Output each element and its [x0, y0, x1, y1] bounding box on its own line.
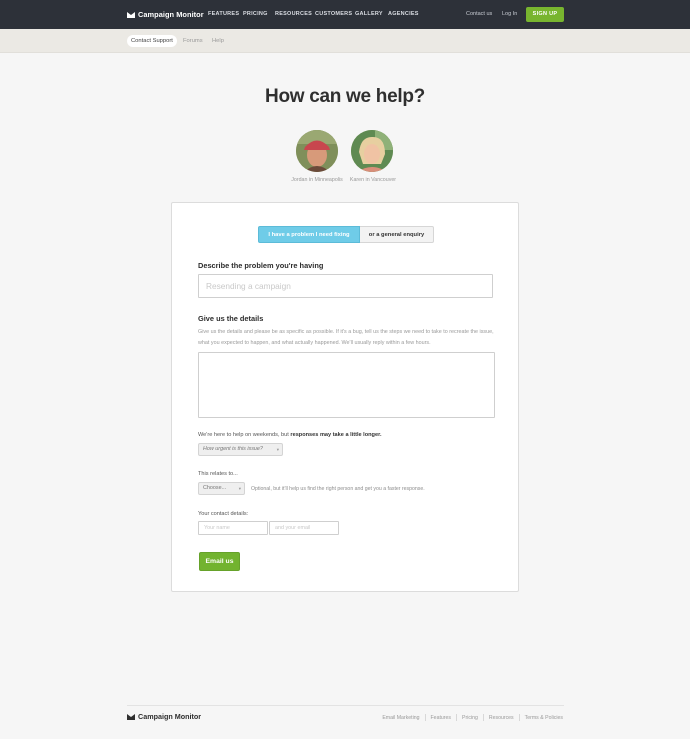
tab-help[interactable]: Help: [212, 35, 224, 47]
avatar-jordan: [296, 130, 338, 172]
support-form-card: I have a problem I need fixing or a gene…: [171, 202, 519, 592]
footer-divider: [127, 705, 564, 706]
nav-features[interactable]: FEATURES: [208, 11, 239, 18]
page-title: How can we help?: [265, 86, 425, 107]
name-input[interactable]: Your name: [198, 521, 268, 535]
chevron-down-icon: ▾: [238, 486, 241, 491]
nav-pricing[interactable]: PRICING: [243, 11, 268, 18]
jordan-photo: [296, 130, 338, 172]
nav-customers[interactable]: CUSTOMERS: [315, 11, 352, 18]
weekend-note: We're here to help on weekends, but resp…: [198, 432, 382, 438]
avatar-karen: [351, 130, 393, 172]
campaign-monitor-logo[interactable]: Campaign Monitor: [127, 9, 204, 20]
footer-link-features[interactable]: Features: [431, 715, 451, 721]
nav-agencies[interactable]: AGENCIES: [388, 11, 419, 18]
relates-label: This relates to...: [198, 471, 238, 477]
email-input[interactable]: and your email: [269, 521, 339, 535]
toggle-problem-button[interactable]: I have a problem I need fixing: [258, 226, 360, 243]
agent-caption-karen: Karen in Vancouver: [349, 177, 397, 183]
nav-gallery[interactable]: GALLERY: [355, 11, 383, 18]
footer-link-pricing[interactable]: Pricing: [462, 715, 478, 721]
footer-separator: [482, 714, 484, 721]
footer-links: Email Marketing Features Pricing Resourc…: [382, 714, 563, 721]
envelope-logo-icon: [127, 11, 135, 18]
email-us-button[interactable]: Email us: [199, 552, 240, 571]
details-textarea[interactable]: [198, 352, 495, 418]
tab-contact-support[interactable]: Contact Support: [127, 35, 177, 47]
footer-link-resources[interactable]: Resources: [489, 715, 514, 721]
urgency-select[interactable]: How urgent is this issue? ▾: [198, 443, 283, 456]
footer-link-email-marketing[interactable]: Email Marketing: [382, 715, 419, 721]
tab-forums[interactable]: Forums: [183, 35, 203, 47]
footer-link-terms[interactable]: Terms & Policies: [525, 715, 563, 721]
details-help-text: Give us the details and please be as spe…: [198, 329, 494, 346]
nav-log-in[interactable]: Log In: [502, 11, 517, 18]
support-subnav: Contact Support Forums Help: [0, 29, 690, 53]
karen-photo: [351, 130, 393, 172]
urgency-select-value: How urgent is this issue?: [203, 446, 263, 452]
relates-hint: Optional, but it'll help us find the rig…: [251, 486, 425, 492]
toggle-enquiry-button[interactable]: or a general enquiry: [360, 226, 434, 243]
footer-logo-text: Campaign Monitor: [138, 712, 202, 721]
details-label: Give us the details: [198, 314, 264, 323]
footer-logo[interactable]: Campaign Monitor: [127, 711, 201, 722]
nav-contact-us[interactable]: Contact us: [466, 11, 492, 18]
sign-up-button[interactable]: SIGN UP: [526, 7, 564, 22]
chevron-down-icon: ▾: [276, 447, 279, 452]
footer-separator: [424, 714, 426, 721]
nav-resources[interactable]: RESOURCES: [275, 11, 312, 18]
top-navigation: Campaign Monitor FEATURES PRICING RESOUR…: [0, 0, 690, 29]
problem-input[interactable]: Resending a campaign: [198, 274, 493, 298]
footer-separator: [518, 714, 520, 721]
relates-select-value: Choose...: [203, 485, 227, 491]
weekend-note-text: We're here to help on weekends, but: [198, 432, 289, 438]
relates-select[interactable]: Choose... ▾: [198, 482, 245, 495]
problem-label: Describe the problem you're having: [198, 261, 324, 270]
footer-separator: [456, 714, 457, 721]
contact-label: Your contact details:: [198, 511, 249, 517]
envelope-logo-icon: [127, 713, 135, 720]
weekend-note-bold: responses may take a little longer.: [290, 432, 382, 438]
logo-text: Campaign Monitor: [138, 10, 204, 19]
